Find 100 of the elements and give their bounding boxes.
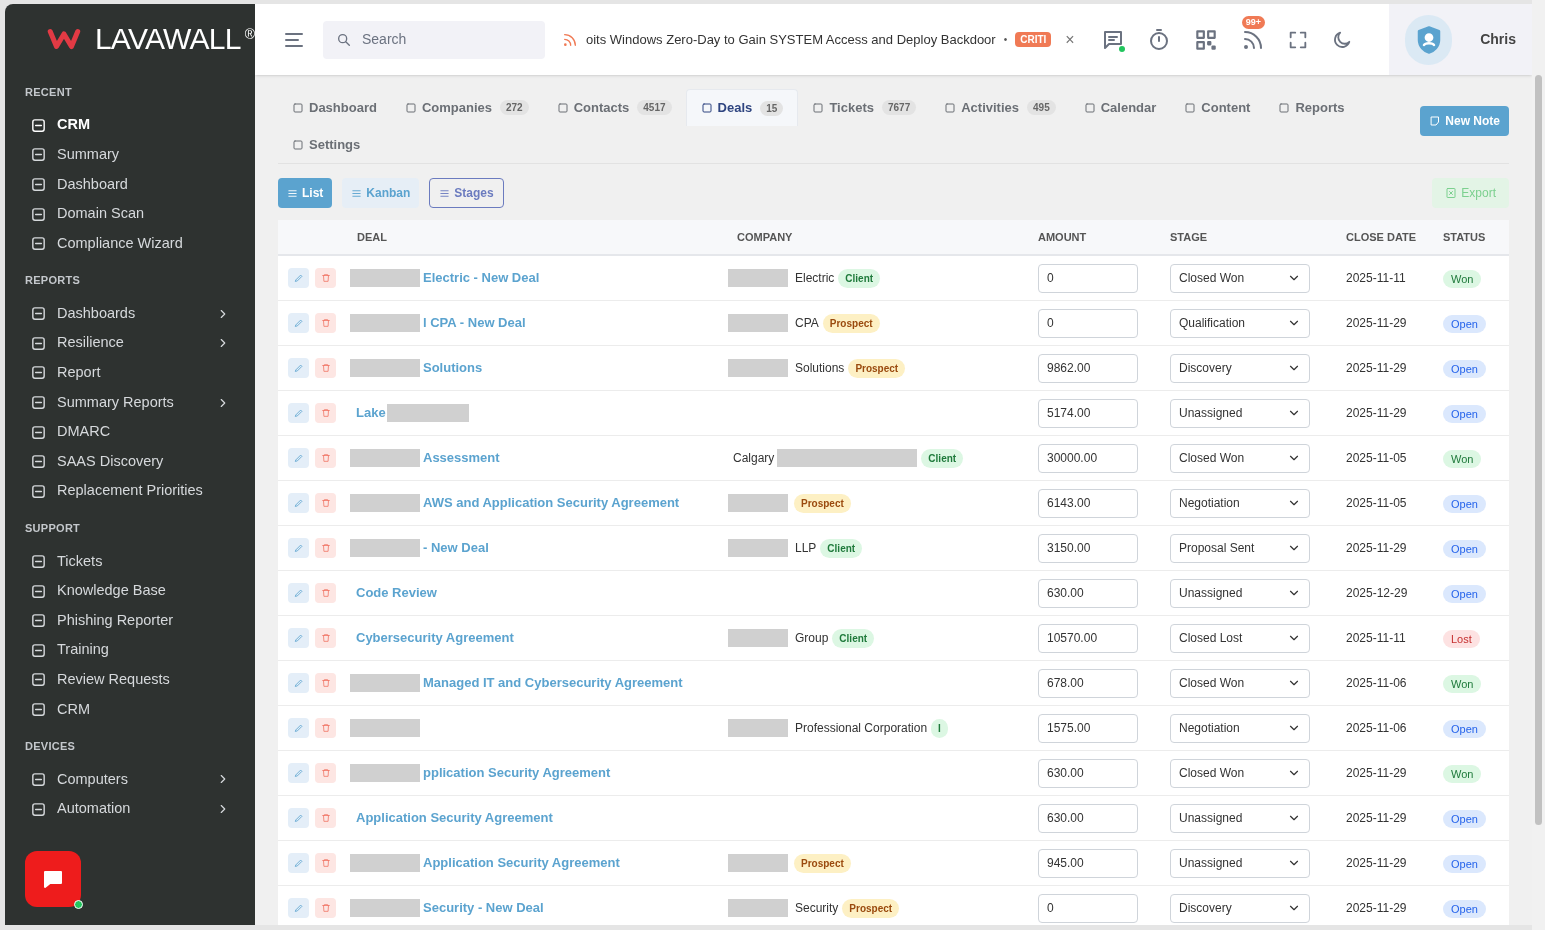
sidebar-item[interactable]: CRM: [5, 694, 255, 725]
stage-dropdown[interactable]: Negotiation: [1170, 713, 1310, 743]
amount-input[interactable]: 3150.00: [1038, 533, 1138, 563]
sidebar-item[interactable]: Computers: [5, 764, 255, 795]
delete-button[interactable]: [315, 538, 336, 558]
edit-button[interactable]: [288, 448, 309, 468]
amount-input[interactable]: 1575.00: [1038, 713, 1138, 743]
sidebar-item[interactable]: Training: [5, 635, 255, 665]
amount-input[interactable]: 10570.00: [1038, 623, 1138, 653]
tab[interactable]: Content: [1170, 89, 1265, 126]
tab[interactable]: Tickets 7677: [798, 89, 931, 126]
scrollbar[interactable]: [1532, 0, 1545, 930]
stage-dropdown[interactable]: Unassigned: [1170, 578, 1310, 608]
edit-button[interactable]: [288, 853, 309, 873]
stage-dropdown[interactable]: Closed Won: [1170, 758, 1310, 788]
amount-input[interactable]: 630.00: [1038, 758, 1138, 788]
sidebar-item[interactable]: Knowledge Base: [5, 576, 255, 606]
stage-dropdown[interactable]: Closed Won: [1170, 443, 1310, 473]
amount-input[interactable]: 630.00: [1038, 578, 1138, 608]
stage-dropdown[interactable]: Discovery: [1170, 893, 1310, 923]
amount-input[interactable]: 945.00: [1038, 848, 1138, 878]
edit-button[interactable]: [288, 583, 309, 603]
edit-button[interactable]: [288, 628, 309, 648]
stage-dropdown[interactable]: Unassigned: [1170, 848, 1310, 878]
delete-button[interactable]: [315, 898, 336, 918]
stage-dropdown[interactable]: Closed Won: [1170, 263, 1310, 293]
stage-dropdown[interactable]: Unassigned: [1170, 803, 1310, 833]
sidebar-item[interactable]: Resilience: [5, 328, 255, 359]
amount-input[interactable]: 0: [1038, 263, 1138, 293]
trash-icon: [320, 723, 331, 733]
tab[interactable]: Contacts 4517: [542, 89, 686, 126]
delete-button[interactable]: [315, 628, 336, 648]
sidebar-item[interactable]: Automation: [5, 794, 255, 824]
stage-dropdown[interactable]: Proposal Sent: [1170, 533, 1310, 563]
amount-input[interactable]: 0: [1038, 893, 1138, 923]
tab[interactable]: Dashboard: [278, 89, 391, 126]
edit-button[interactable]: [288, 403, 309, 423]
close-date: 2025-11-11: [1345, 630, 1407, 647]
sidebar-item[interactable]: Dashboard: [5, 169, 255, 200]
edit-button[interactable]: [288, 673, 309, 693]
sidebar-item[interactable]: Phishing Reporter: [5, 605, 255, 636]
sidebar-item[interactable]: Review Requests: [5, 665, 255, 695]
edit-button[interactable]: [288, 808, 309, 828]
delete-button[interactable]: [315, 808, 336, 828]
delete-button[interactable]: [315, 268, 336, 288]
edit-button[interactable]: [288, 313, 309, 333]
tab[interactable]: Calendar: [1069, 89, 1171, 126]
amount-input[interactable]: 30000.00: [1038, 443, 1138, 473]
stage-dropdown[interactable]: Closed Lost: [1170, 623, 1310, 653]
sidebar-item[interactable]: Compliance Wizard: [5, 228, 255, 259]
sidebar-item[interactable]: Dashboards: [5, 298, 255, 329]
sidebar-item[interactable]: Replacement Priorities: [5, 476, 255, 507]
tab[interactable]: Reports: [1264, 89, 1359, 126]
edit-button[interactable]: [288, 718, 309, 738]
user-menu[interactable]: Chris: [1389, 4, 1532, 75]
edit-button[interactable]: [288, 358, 309, 378]
stage-dropdown[interactable]: Discovery: [1170, 353, 1310, 383]
tab[interactable]: Activities 495: [930, 89, 1070, 126]
stage-dropdown[interactable]: Qualification: [1170, 308, 1310, 338]
tab[interactable]: Settings: [278, 126, 375, 163]
amount-input[interactable]: 9862.00: [1038, 353, 1138, 383]
delete-button[interactable]: [315, 493, 336, 513]
delete-button[interactable]: [315, 403, 336, 423]
delete-button[interactable]: [315, 448, 336, 468]
stage-dropdown[interactable]: Unassigned: [1170, 398, 1310, 428]
sidebar-item[interactable]: Report: [5, 358, 255, 388]
delete-button[interactable]: [315, 583, 336, 603]
sidebar-item[interactable]: SAAS Discovery: [5, 446, 255, 477]
sidebar-item[interactable]: Summary: [5, 140, 255, 170]
amount-input[interactable]: 678.00: [1038, 668, 1138, 698]
pencil-icon: [293, 633, 304, 643]
sidebar-item[interactable]: Tickets: [5, 546, 255, 577]
sidebar-item[interactable]: Domain Scan: [5, 199, 255, 229]
chat-button[interactable]: [25, 851, 81, 907]
delete-button[interactable]: [315, 718, 336, 738]
view-toggle[interactable]: Stages: [429, 178, 504, 208]
edit-button[interactable]: [288, 763, 309, 783]
edit-button[interactable]: [288, 268, 309, 288]
sidebar-item[interactable]: CRM: [5, 110, 255, 141]
sidebar-item[interactable]: Summary Reports: [5, 387, 255, 418]
delete-button[interactable]: [315, 763, 336, 783]
sidebar-item[interactable]: DMARC: [5, 417, 255, 447]
amount-input[interactable]: 5174.00: [1038, 398, 1138, 428]
delete-button[interactable]: [315, 673, 336, 693]
close-button[interactable]: ×: [1065, 27, 1075, 52]
tab[interactable]: Deals 15: [685, 89, 799, 126]
stage-dropdown[interactable]: Negotiation: [1170, 488, 1310, 518]
amount-input[interactable]: 6143.00: [1038, 488, 1138, 518]
search-input[interactable]: Search: [362, 29, 512, 50]
search-field[interactable]: Search: [323, 20, 545, 59]
delete-button[interactable]: [315, 358, 336, 378]
stage-dropdown[interactable]: Closed Won: [1170, 668, 1310, 698]
tab[interactable]: Companies 272: [390, 89, 543, 126]
edit-button[interactable]: [288, 493, 309, 513]
edit-button[interactable]: [288, 538, 309, 558]
delete-button[interactable]: [315, 853, 336, 873]
delete-button[interactable]: [315, 313, 336, 333]
amount-input[interactable]: 0: [1038, 308, 1138, 338]
edit-button[interactable]: [288, 898, 309, 918]
amount-input[interactable]: 630.00: [1038, 803, 1138, 833]
